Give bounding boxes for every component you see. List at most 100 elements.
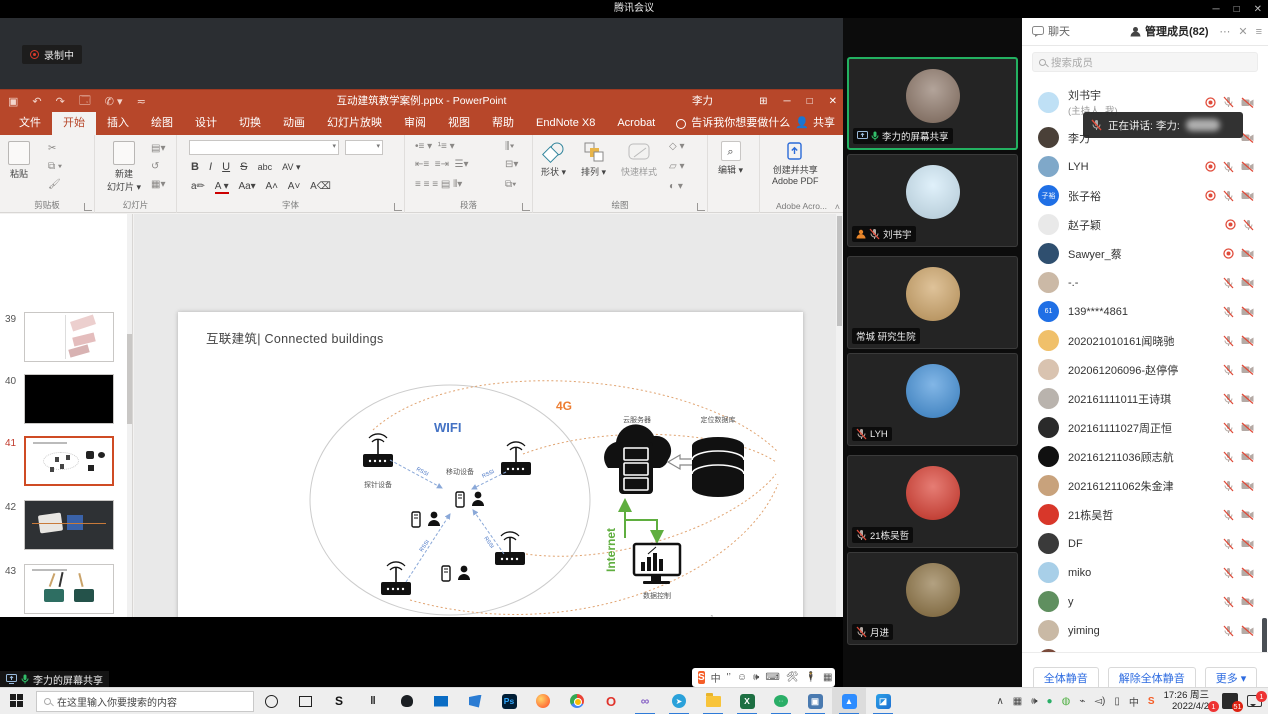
github-desktop-icon[interactable] bbox=[390, 688, 424, 714]
tray-volume-icon[interactable]: ◅) bbox=[1094, 696, 1105, 707]
tray-expand-icon[interactable]: ∧ bbox=[996, 696, 1003, 707]
strikethrough-button[interactable]: S bbox=[240, 161, 247, 173]
tray-display-icon[interactable]: ▯ bbox=[1114, 696, 1120, 707]
member-row[interactable]: DF bbox=[1022, 529, 1268, 558]
slide-scrollbar[interactable] bbox=[836, 214, 843, 668]
ppt-close-icon[interactable]: ✕ bbox=[829, 96, 837, 107]
start-button[interactable] bbox=[10, 694, 24, 708]
italic-button[interactable]: I bbox=[209, 161, 212, 173]
slide-thumbnail-39[interactable] bbox=[24, 312, 114, 362]
grow-font-button[interactable]: A˄ bbox=[265, 181, 278, 192]
member-row[interactable]: 202161211036顾志航 bbox=[1022, 442, 1268, 471]
task-view-icon[interactable] bbox=[288, 688, 322, 714]
sogou-logo-icon[interactable]: S bbox=[698, 671, 705, 684]
sogou-input-bar[interactable]: S 中 '’ ☺ 🕪 ⌨ 🛠 🕴 ▦ bbox=[692, 668, 835, 687]
ppt-restore-icon[interactable]: □ bbox=[807, 96, 813, 107]
wechat-icon[interactable]: ·· bbox=[764, 688, 798, 714]
recording-icon[interactable] bbox=[1205, 190, 1216, 201]
slide-thumbnail-40[interactable] bbox=[24, 374, 114, 424]
editing-button[interactable]: ⌕ 编辑 ▾ bbox=[718, 141, 743, 176]
shape-outline-icon[interactable]: ▱ ▾ bbox=[669, 161, 685, 173]
camera-off-icon[interactable] bbox=[1241, 306, 1254, 317]
slide-thumbnail-41[interactable] bbox=[24, 436, 114, 486]
ribbon-tab-幻灯片放映[interactable]: 幻灯片放映 bbox=[316, 112, 393, 135]
member-row[interactable]: 202161111027周正恒 bbox=[1022, 413, 1268, 442]
video-tile[interactable]: 常城 研究生院 bbox=[847, 256, 1018, 349]
ribbon-tab-EndNote X8[interactable]: EndNote X8 bbox=[525, 112, 606, 135]
text-direction-icon[interactable]: ⫼▾ bbox=[505, 141, 514, 153]
shrink-font-button[interactable]: A˅ bbox=[288, 181, 301, 192]
change-case-button[interactable]: Aa▾ bbox=[238, 181, 255, 192]
undo-icon[interactable]: ↶ bbox=[32, 95, 41, 108]
char-spacing-button[interactable]: AV ▾ bbox=[282, 162, 300, 173]
member-row[interactable]: Z.Si bbox=[1022, 645, 1268, 652]
arrange-button[interactable]: 排列 ▾ bbox=[581, 141, 606, 178]
ribbon-tab-设计[interactable]: 设计 bbox=[184, 112, 228, 135]
mic-muted-icon[interactable] bbox=[1223, 96, 1234, 108]
tray-sogou-icon[interactable]: S bbox=[1148, 696, 1155, 707]
visual-studio-icon[interactable]: ∞ bbox=[628, 688, 662, 714]
qat-customize-icon[interactable]: ≂ bbox=[137, 95, 146, 108]
member-row[interactable]: 子裕张子裕 bbox=[1022, 181, 1268, 210]
font-dialog-launcher[interactable] bbox=[394, 203, 402, 211]
member-row[interactable]: Sawyer_蔡 bbox=[1022, 239, 1268, 268]
camera-off-icon[interactable] bbox=[1241, 161, 1254, 172]
mic-muted-icon[interactable] bbox=[1223, 335, 1234, 347]
member-row[interactable]: 202161111011王诗琪 bbox=[1022, 384, 1268, 413]
camera-off-icon[interactable] bbox=[1241, 567, 1254, 578]
tencent-meeting-icon[interactable]: ▲ bbox=[832, 688, 866, 714]
tray-network-icon[interactable]: ⌁ bbox=[1079, 696, 1085, 707]
camera-off-icon[interactable] bbox=[1241, 248, 1254, 259]
paste-button[interactable]: 粘贴 bbox=[8, 141, 30, 180]
shape-effects-icon[interactable]: ◐ ▾ bbox=[669, 181, 683, 193]
mic-muted-icon[interactable] bbox=[856, 529, 867, 541]
tray-battery-icon[interactable]: ◍ bbox=[1062, 696, 1071, 707]
mic-muted-icon[interactable] bbox=[1223, 306, 1234, 318]
mic-muted-icon[interactable] bbox=[1223, 277, 1234, 289]
punctuation-icon[interactable]: '’ bbox=[727, 672, 731, 683]
video-tile[interactable]: LYH bbox=[847, 353, 1018, 446]
maximize-icon[interactable]: □ bbox=[1234, 4, 1240, 15]
app-pipes-icon[interactable]: ‖ bbox=[356, 688, 390, 714]
mic-muted-icon[interactable] bbox=[1223, 161, 1234, 173]
recording-icon[interactable] bbox=[1205, 161, 1216, 172]
redo-icon[interactable]: ↷ bbox=[56, 95, 65, 108]
taskbar-clock[interactable]: 17:26 周三 2022/4/2 1 bbox=[1164, 690, 1213, 712]
cortana-icon[interactable] bbox=[254, 688, 288, 714]
camera-off-icon[interactable] bbox=[1241, 625, 1254, 636]
photoshop-icon[interactable]: Ps bbox=[492, 688, 526, 714]
ribbon-tab-文件[interactable]: 文件 bbox=[8, 112, 52, 135]
ppt-share-button[interactable]: 👤 共享 bbox=[795, 112, 835, 135]
emoji-icon[interactable]: ☺ bbox=[737, 672, 747, 683]
notification-app-icon[interactable]: 51 bbox=[1222, 693, 1238, 709]
ime-mode-icon[interactable]: 中 bbox=[1129, 694, 1139, 709]
align-text-icon[interactable]: ⊟▾ bbox=[505, 159, 518, 171]
layout-icon[interactable]: ▤▾ bbox=[151, 143, 165, 155]
clear-format-button[interactable]: A⌫ bbox=[310, 181, 331, 192]
ribbon-tab-审阅[interactable]: 审阅 bbox=[393, 112, 437, 135]
mic-muted-icon[interactable] bbox=[1223, 625, 1234, 637]
more-options-icon[interactable]: ⋯ bbox=[1219, 25, 1230, 38]
image-tool-icon[interactable]: ▣ bbox=[798, 688, 832, 714]
slide[interactable]: 互联建筑| Connected buildings bbox=[178, 312, 803, 665]
camera-off-icon[interactable] bbox=[1241, 538, 1254, 549]
tray-mic-icon[interactable]: 🕪 bbox=[1031, 696, 1037, 707]
font-size-combo[interactable] bbox=[345, 140, 383, 155]
skin-icon[interactable]: 🕴 bbox=[804, 672, 816, 683]
member-row[interactable]: -.- bbox=[1022, 268, 1268, 297]
recording-icon[interactable] bbox=[1205, 97, 1216, 108]
tray-screenshot-icon[interactable]: ▦ bbox=[1013, 696, 1022, 707]
paragraph-dialog-launcher[interactable] bbox=[522, 203, 530, 211]
drawing-dialog-launcher[interactable] bbox=[697, 203, 705, 211]
mic-muted-icon[interactable] bbox=[1223, 538, 1234, 550]
ribbon-display-icon[interactable]: ⊞ bbox=[759, 96, 767, 107]
ribbon-tab-帮助[interactable]: 帮助 bbox=[481, 112, 525, 135]
chrome-icon[interactable] bbox=[560, 688, 594, 714]
recording-icon[interactable] bbox=[1223, 248, 1234, 259]
camera-off-icon[interactable] bbox=[1241, 393, 1254, 404]
ribbon-tab-插入[interactable]: 插入 bbox=[96, 112, 140, 135]
ribbon-tab-切换[interactable]: 切换 bbox=[228, 112, 272, 135]
new-slide-button[interactable]: 新建幻灯片 ▾ bbox=[107, 141, 141, 193]
app-blue-icon[interactable] bbox=[458, 688, 492, 714]
mic-muted-icon[interactable] bbox=[1223, 567, 1234, 579]
